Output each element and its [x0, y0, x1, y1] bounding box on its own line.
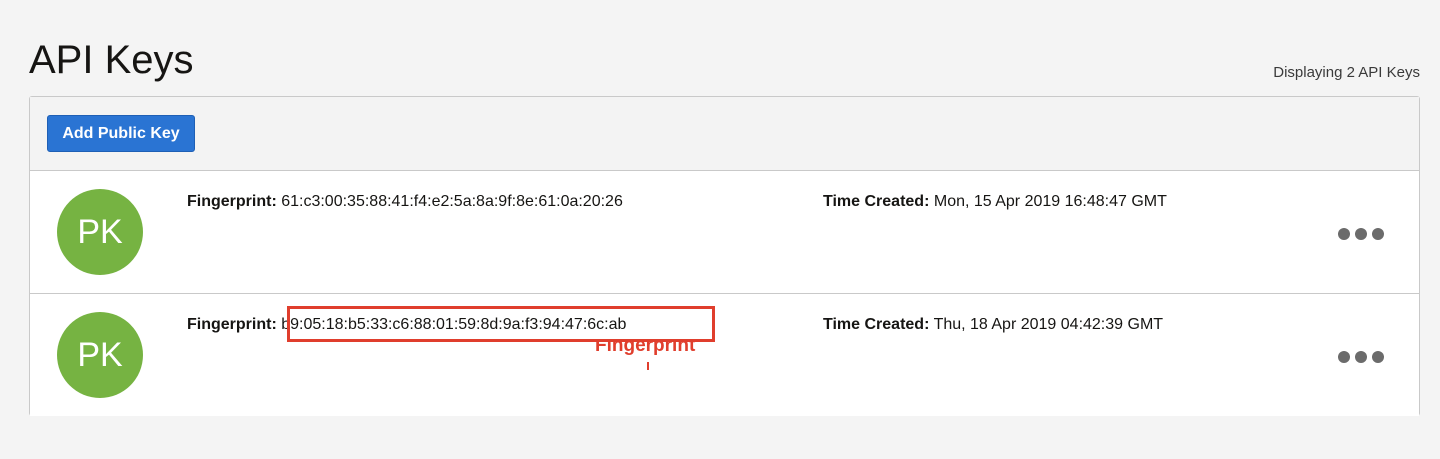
menu-dot: [1338, 228, 1350, 240]
fingerprint-label: Fingerprint:: [187, 193, 277, 210]
menu-dot: [1355, 351, 1367, 363]
add-public-key-button[interactable]: Add Public Key: [47, 115, 195, 152]
time-created-field: Time Created: Mon, 15 Apr 2019 16:48:47 …: [823, 192, 1167, 212]
api-key-row: PK Fingerprint: b9:05:18:b5:33:c6:88:01:…: [30, 294, 1419, 416]
time-created-label: Time Created:: [823, 316, 930, 333]
avatar: PK: [57, 189, 143, 275]
menu-dot: [1372, 351, 1384, 363]
fingerprint-annotation-label: Fingerprint: [595, 342, 707, 355]
more-horizontal-icon[interactable]: [1338, 349, 1384, 365]
time-created-value: Thu, 18 Apr 2019 04:42:39 GMT: [933, 316, 1164, 333]
panel-toolbar: Add Public Key: [30, 97, 1419, 171]
fingerprint-field: Fingerprint: 61:c3:00:35:88:41:f4:e2:5a:…: [187, 192, 623, 212]
fingerprint-value: 61:c3:00:35:88:41:f4:e2:5a:8a:9f:8e:61:0…: [281, 193, 623, 210]
menu-dot: [1355, 228, 1367, 240]
api-keys-panel: Add Public Key PK Fingerprint: 61:c3:00:…: [29, 96, 1420, 416]
fingerprint-label: Fingerprint:: [187, 316, 277, 333]
time-created-label: Time Created:: [823, 193, 930, 210]
more-horizontal-icon[interactable]: [1338, 226, 1384, 242]
menu-dot: [1338, 351, 1350, 363]
avatar: PK: [57, 312, 143, 398]
time-created-value: Mon, 15 Apr 2019 16:48:47 GMT: [933, 193, 1167, 210]
time-created-field: Time Created: Thu, 18 Apr 2019 04:42:39 …: [823, 315, 1163, 335]
menu-dot: [1372, 228, 1384, 240]
fingerprint-highlight-box: [287, 306, 715, 342]
annotation-text: Fingerprint: [595, 342, 696, 355]
api-key-row: PK Fingerprint: 61:c3:00:35:88:41:f4:e2:…: [30, 171, 1419, 294]
keys-count-text: Displaying 2 API Keys: [1273, 64, 1420, 81]
api-keys-page: API Keys Displaying 2 API Keys Add Publi…: [0, 0, 1440, 459]
page-title: API Keys: [29, 38, 194, 82]
annotation-pointer: [647, 362, 649, 370]
